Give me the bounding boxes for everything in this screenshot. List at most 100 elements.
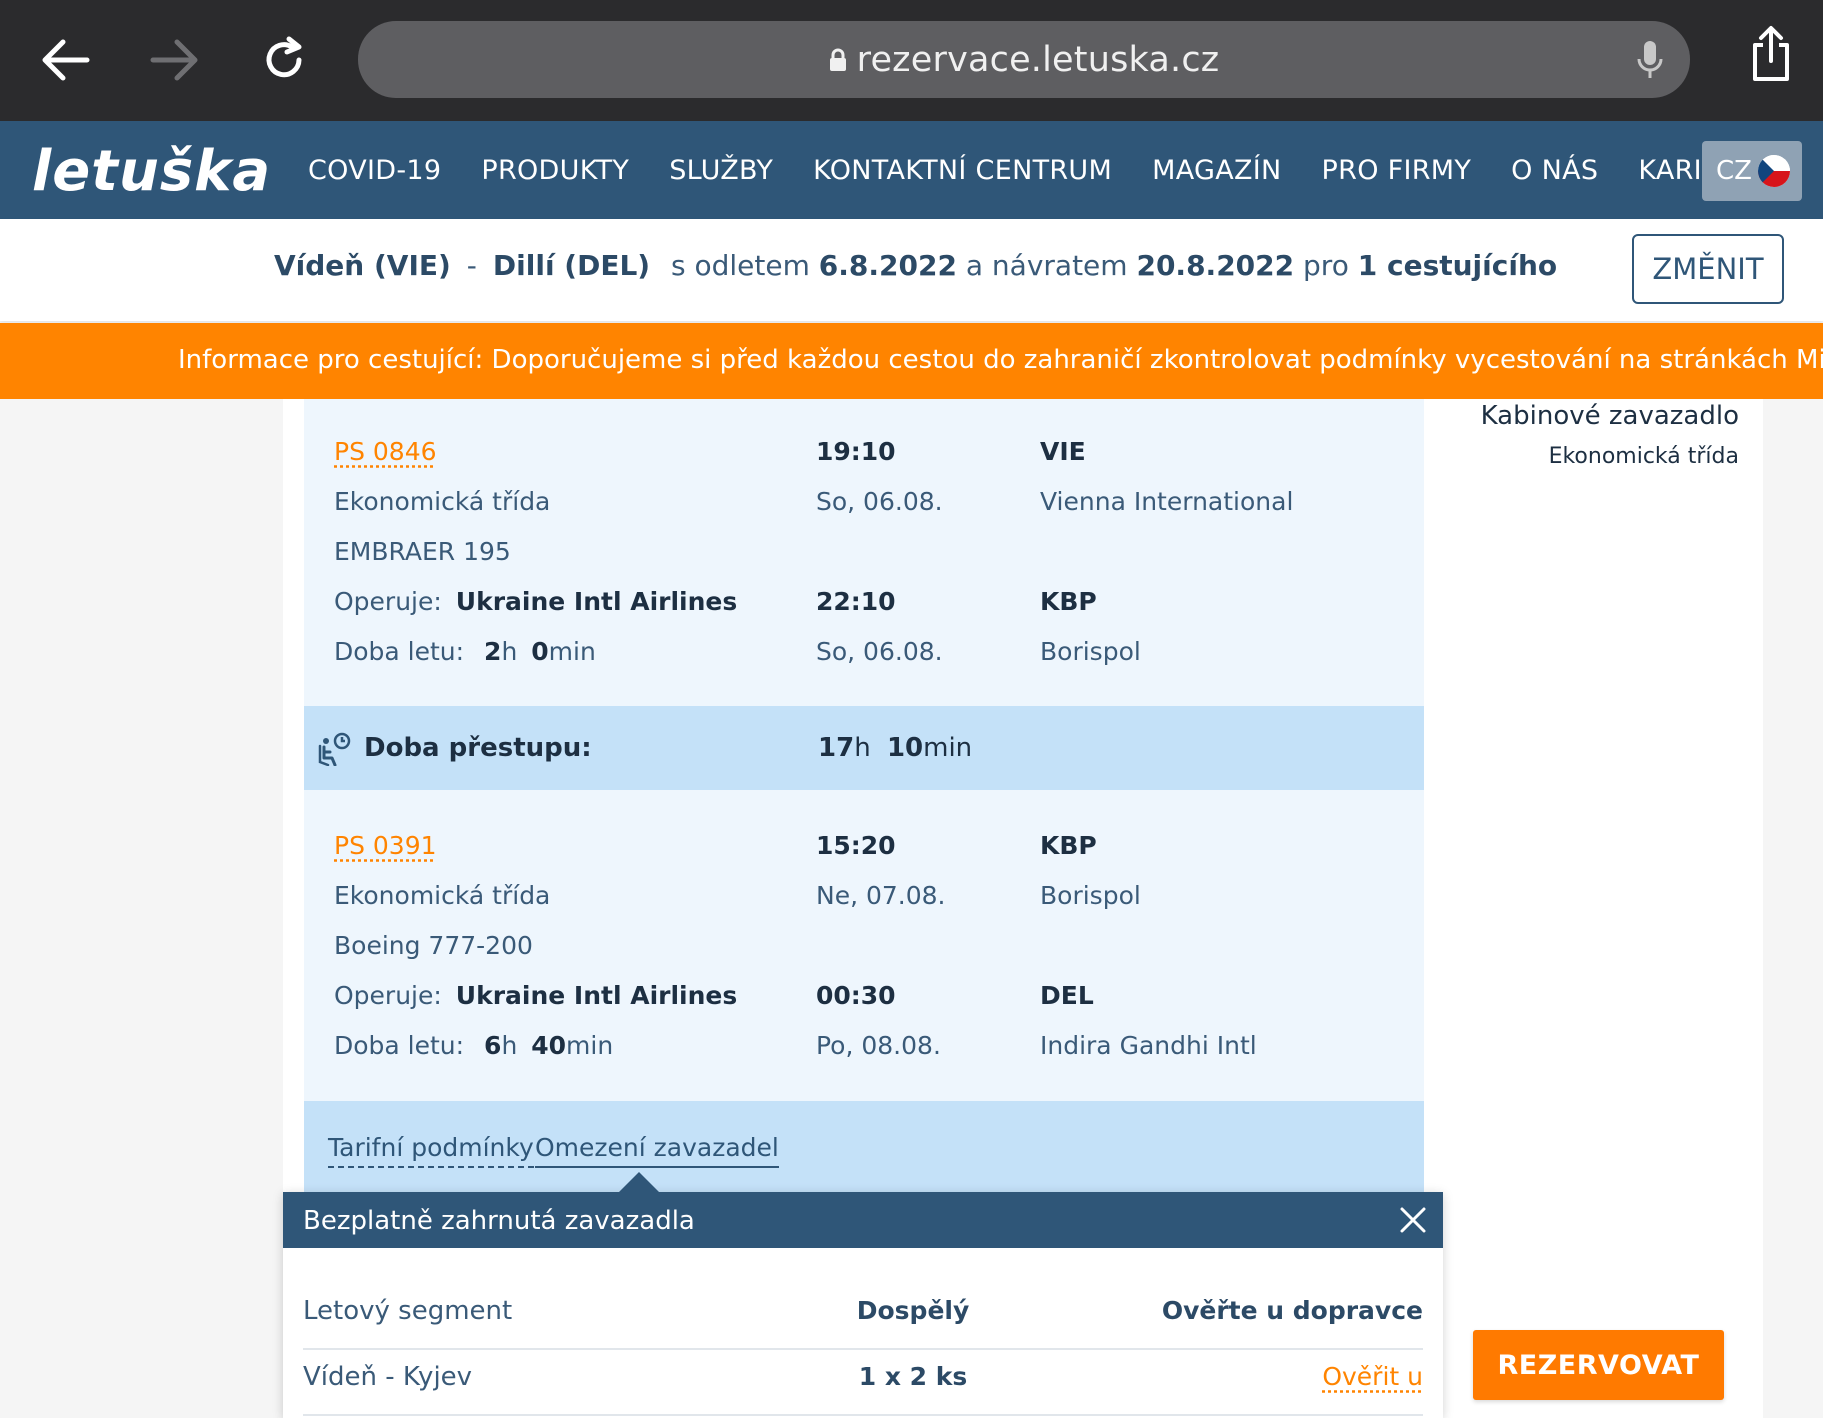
microphone-icon[interactable] (1636, 39, 1664, 81)
departure-date: Ne, 07.08. (816, 881, 946, 910)
transfer-label: Doba přestupu: (364, 733, 592, 763)
departure-label: s odletem (671, 249, 810, 282)
close-icon[interactable] (1397, 1204, 1429, 1236)
transfer-hours-unit: h (854, 733, 871, 763)
site-header: letuška COVID-19 PRODUKTY SLUŽBY KONTAKT… (0, 121, 1823, 219)
arrow-left-icon (42, 39, 90, 81)
header-verify: Ověřte u dopravce (1161, 1296, 1423, 1325)
arrival-date: Po, 08.08. (816, 1031, 941, 1060)
menu-item-covid[interactable]: COVID-19 (308, 155, 441, 186)
share-icon[interactable] (1749, 25, 1793, 83)
duration-label: Doba letu: (334, 637, 465, 666)
return-label: a návratem (965, 249, 1128, 282)
menu-item-business[interactable]: PRO FIRMY (1322, 155, 1472, 186)
duration-row: Doba letu: 2h 0min (334, 637, 596, 666)
cabin-class: Ekonomická třída (334, 487, 551, 516)
transfer-time-icon (318, 732, 351, 766)
forward-button[interactable] (140, 27, 210, 93)
popup-title: Bezplatně zahrnutá zavazadla (303, 1206, 695, 1236)
origin: Vídeň (VIE) (274, 249, 451, 282)
arrival-time: 22:10 (816, 587, 896, 616)
route-dash: - (466, 249, 477, 282)
arrival-airport-code: KBP (1040, 587, 1097, 616)
menu-item-magazine[interactable]: MAGAZÍN (1152, 155, 1281, 186)
departure-airport-code: VIE (1040, 437, 1086, 466)
address-bar[interactable]: rezervace.letuska.cz (358, 21, 1690, 98)
arrival-date: So, 06.08. (816, 637, 943, 666)
operator-row: Operuje: Ukraine Intl Airlines (334, 587, 737, 616)
book-button[interactable]: REZERVOVAT (1473, 1330, 1724, 1400)
duration-hours: 2 (484, 637, 502, 666)
site-logo[interactable]: letuška (32, 139, 271, 204)
table-row: Vídeň - Kyjev 1 x 2 ks Ověřit u (303, 1350, 1423, 1416)
operator-label: Operuje: (334, 587, 442, 616)
departure-airport-name: Borispol (1040, 881, 1141, 910)
arrival-airport-code: DEL (1040, 981, 1094, 1010)
destination: Dillí (DEL) (492, 249, 651, 282)
url-text: rezervace.letuska.cz (856, 39, 1220, 80)
arrow-right-icon (150, 39, 198, 81)
departure-airport-name: Vienna International (1040, 487, 1294, 516)
search-summary: Vídeň (VIE) - Dillí (DEL) s odletem 6.8.20… (0, 219, 1823, 321)
detail-tabs: Tarifní podmínky Omezení zavazadel (304, 1101, 1424, 1193)
departure-time: 15:20 (816, 831, 896, 860)
czech-flag-icon (1758, 155, 1790, 187)
operator-label: Operuje: (334, 981, 442, 1010)
flight-number-link[interactable]: PS 0391 (334, 831, 437, 860)
minutes-unit: min (548, 637, 596, 666)
baggage-popup: Bezplatně zahrnutá zavazadla Letový segm… (283, 1172, 1443, 1418)
tab-fare-conditions[interactable]: Tarifní podmínky (328, 1133, 534, 1168)
table-header-row: Letový segment Dospělý Ověřte u dopravce (303, 1284, 1423, 1350)
verify-link[interactable]: Ověřit u (1322, 1362, 1423, 1391)
minutes-unit: min (566, 1031, 614, 1060)
departure-airport-code: KBP (1040, 831, 1097, 860)
menu-item-about[interactable]: O NÁS (1511, 155, 1598, 186)
operator-name: Ukraine Intl Airlines (455, 587, 738, 616)
language-switcher[interactable]: CZ (1702, 141, 1802, 201)
hours-unit: h (501, 637, 518, 666)
back-button[interactable] (30, 27, 100, 93)
reload-icon (266, 36, 302, 78)
transfer-hours: 17 (818, 733, 855, 763)
popup-caret (619, 1172, 659, 1192)
row-adult-allowance: 1 x 2 ks (858, 1362, 968, 1391)
for-label: pro (1303, 249, 1349, 282)
duration-minutes: 0 (531, 637, 549, 666)
arrival-time: 00:30 (816, 981, 896, 1010)
flight-number-link[interactable]: PS 0846 (334, 437, 437, 466)
reload-button[interactable] (249, 27, 319, 93)
cabin-class: Ekonomická třída (334, 881, 551, 910)
duration-row: Doba letu: 6h 40min (334, 1031, 613, 1060)
main-menu: COVID-19 PRODUKTY SLUŽBY KONTAKTNÍ CENTR… (308, 121, 1796, 219)
language-code: CZ (1716, 156, 1752, 186)
operator-name: Ukraine Intl Airlines (455, 981, 738, 1010)
passenger-count: 1 cestujícího (1357, 249, 1558, 282)
menu-item-contact-center[interactable]: KONTAKTNÍ CENTRUM (813, 155, 1112, 186)
info-banner: Informace pro cestující: Doporučujeme si… (0, 323, 1823, 399)
aircraft-type: Boeing 777-200 (334, 931, 533, 960)
cabin-baggage-class: Ekonomická třída (1548, 444, 1739, 469)
duration-hours: 6 (484, 1031, 502, 1060)
info-banner-text: Informace pro cestující: Doporučujeme si… (178, 345, 1823, 375)
baggage-table: Letový segment Dospělý Ověřte u dopravce… (303, 1284, 1423, 1416)
aircraft-type: EMBRAER 195 (334, 537, 511, 566)
transfer-minutes: 10 (886, 733, 924, 763)
lock-icon (829, 48, 846, 71)
browser-toolbar: rezervace.letuska.cz (0, 0, 1823, 121)
menu-item-products[interactable]: PRODUKTY (481, 155, 629, 186)
operator-row: Operuje: Ukraine Intl Airlines (334, 981, 737, 1010)
departure-time: 19:10 (816, 437, 896, 466)
return-date: 20.8.2022 (1136, 249, 1295, 282)
duration-label: Doba letu: (334, 1031, 465, 1060)
menu-item-services[interactable]: SLUŽBY (669, 155, 773, 186)
cabin-baggage-title: Kabinové zavazadlo (1480, 401, 1739, 431)
change-search-button[interactable]: ZMĚNIT (1632, 234, 1784, 304)
transfer-duration: 17h 10min (818, 733, 972, 763)
departure-date: So, 06.08. (816, 487, 943, 516)
header-segment: Letový segment (303, 1296, 513, 1326)
departure-date: 6.8.2022 (818, 249, 957, 282)
transfer-minutes-unit: min (923, 733, 973, 763)
arrival-airport-name: Indira Gandhi Intl (1040, 1031, 1257, 1060)
tab-baggage-restrictions[interactable]: Omezení zavazadel (535, 1133, 779, 1168)
arrival-airport-name: Borispol (1040, 637, 1141, 666)
